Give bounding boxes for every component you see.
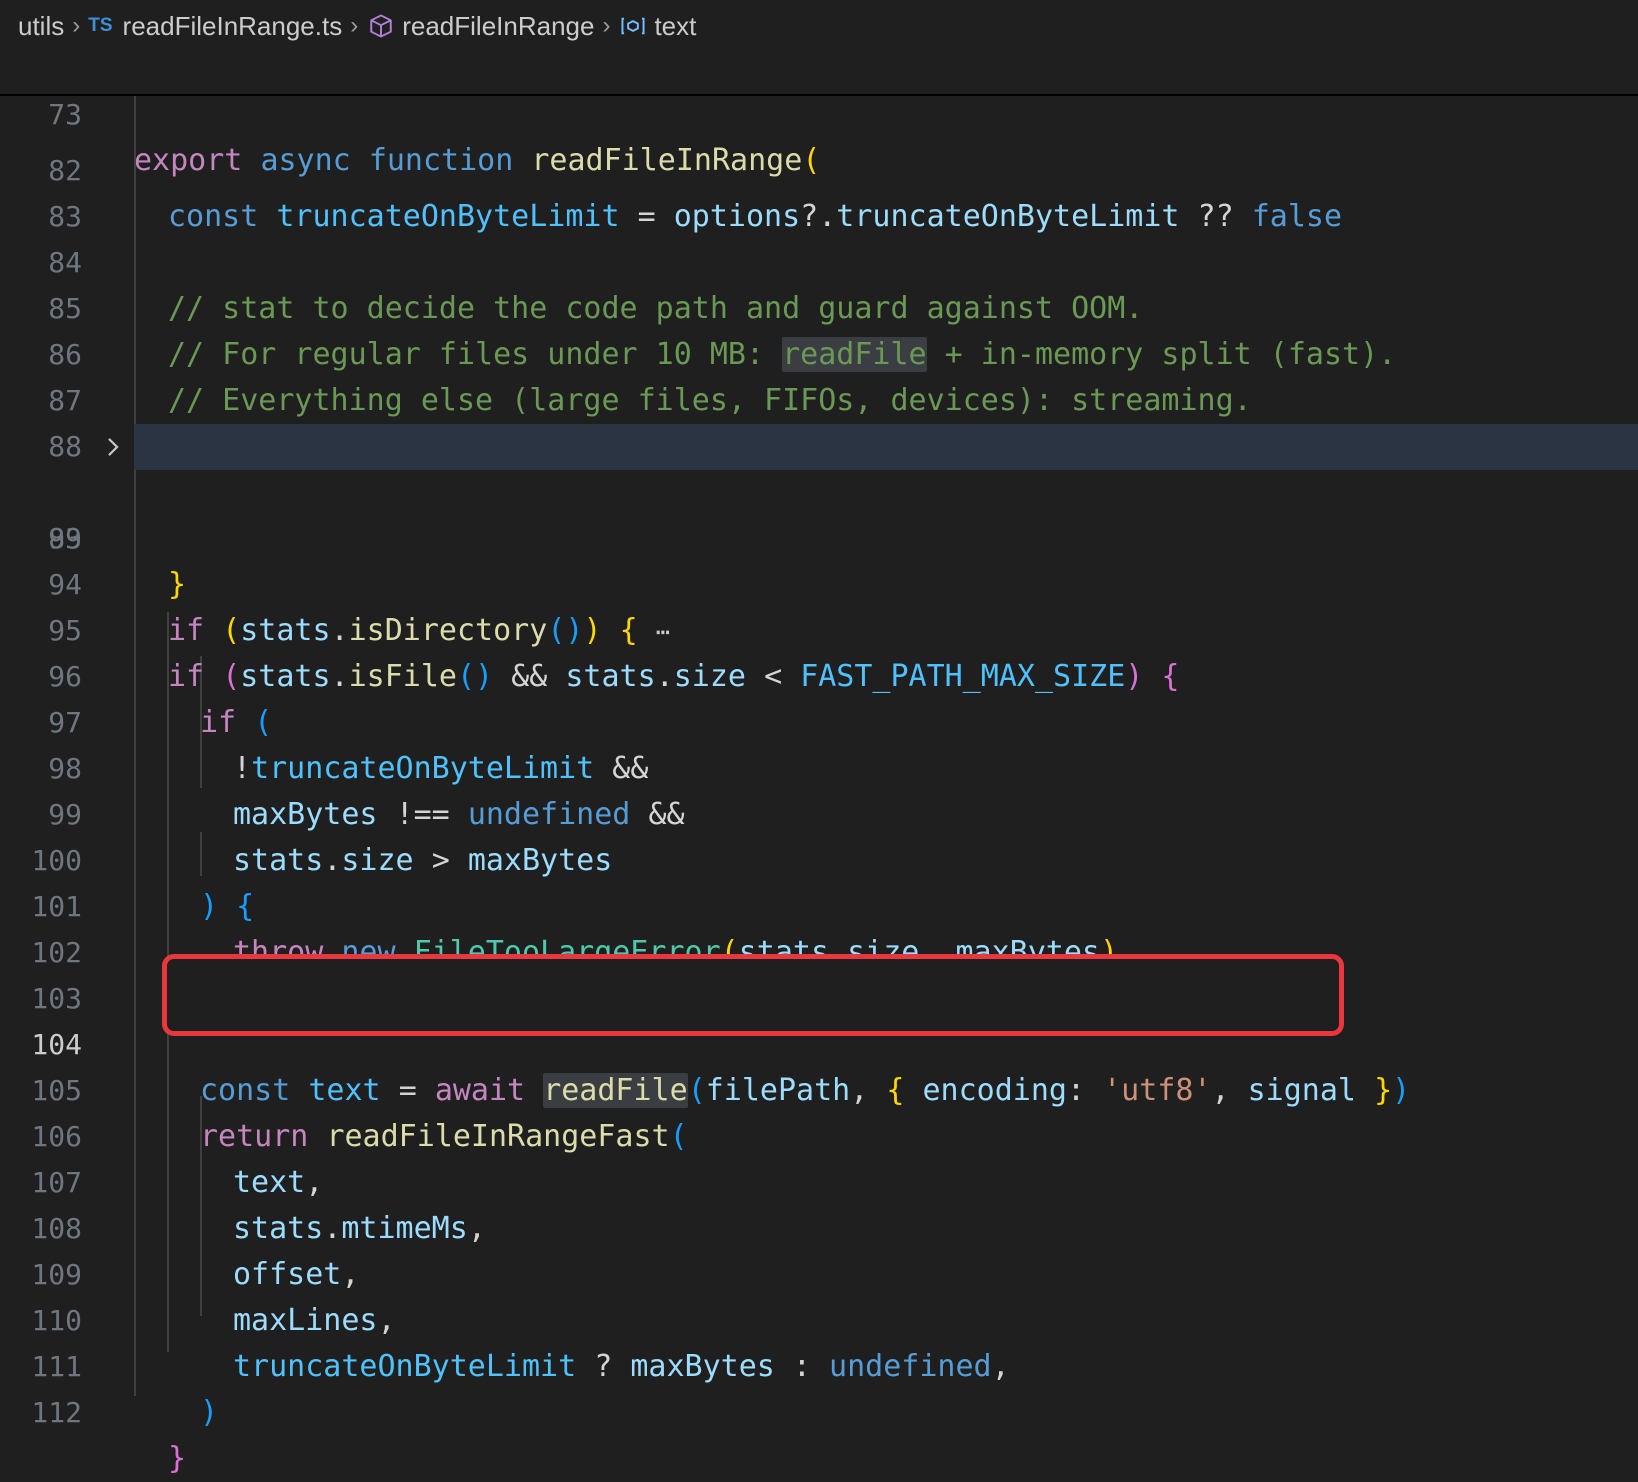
code-line[interactable]: 111 ) [0,1298,1638,1430]
code-text: ) [200,1395,219,1430]
method-cube-icon [366,11,396,41]
code-line[interactable]: 82 const truncateOnByteLimit = options?.… [0,102,1638,234]
fold-chevron-icon[interactable] [100,434,126,460]
code-line[interactable]: 94 [0,516,1638,601]
code-line[interactable]: 83 [0,148,1638,233]
code-line[interactable]: 95 if (stats.isFile() && stats.size < FA… [0,562,1638,694]
code-line[interactable]: 88 [0,378,1638,463]
code-line-folded[interactable]: 89 if (stats.isDirectory()) { ⋯ [0,424,1638,648]
code-line[interactable]: 101 throw new FileTooLargeError(stats.si… [0,838,1638,970]
code-line[interactable]: 108 offset, [0,1160,1638,1292]
code-line[interactable]: 87 const stats = await fsStat(filePath) [0,332,1638,464]
code-line[interactable]: 110 truncateOnByteLimit ? maxBytes : und… [0,1252,1638,1384]
breadcrumb-variable[interactable]: text [654,11,696,42]
code-line-active[interactable]: 104 const text = await readFile(filePath… [0,976,1638,1108]
breadcrumb-function[interactable]: readFileInRange [402,11,594,42]
line-number: 104 [31,1028,82,1061]
line-number: 112 [31,1396,82,1429]
typescript-file-icon: TS [88,15,113,36]
code-line[interactable]: 100 ) { [0,792,1638,924]
sticky-scroll-divider [0,94,1638,96]
code-line[interactable]: 102 } [0,884,1638,1016]
breadcrumb-folder[interactable]: utils [18,11,64,42]
code-text: } [168,1441,187,1476]
chevron-right-icon: › [350,12,359,39]
code-line[interactable]: 86 // Everything else (large files, FIFO… [0,286,1638,418]
code-line[interactable]: 99 stats.size > maxBytes [0,746,1638,878]
code-line[interactable]: 109 maxLines, [0,1206,1638,1338]
code-line[interactable]: 97 !truncateOnByteLimit && [0,654,1638,786]
code-line[interactable]: 85 // For regular files under 10 MB: rea… [0,240,1638,372]
chevron-right-icon: › [72,12,81,39]
variable-icon [618,11,648,41]
line-highlight [134,424,1638,470]
code-line[interactable]: 112 } [0,1344,1638,1476]
chevron-right-icon: › [602,12,611,39]
code-line[interactable]: 96 if ( [0,608,1638,740]
code-line[interactable]: 107 stats.mtimeMs, [0,1114,1638,1246]
code-line[interactable]: 84 // stat to decide the code path and g… [0,194,1638,326]
breadcrumb: utils › TS readFileInRange.ts › readFile… [0,0,1638,52]
code-line[interactable]: 93 } [0,470,1638,602]
sticky-scroll-line[interactable]: 73 export async function readFileInRange… [0,46,1638,178]
breadcrumb-file[interactable]: readFileInRange.ts [123,11,343,42]
code-line[interactable]: 98 maxBytes !== undefined && [0,700,1638,832]
code-line[interactable]: 106 text, [0,1068,1638,1200]
